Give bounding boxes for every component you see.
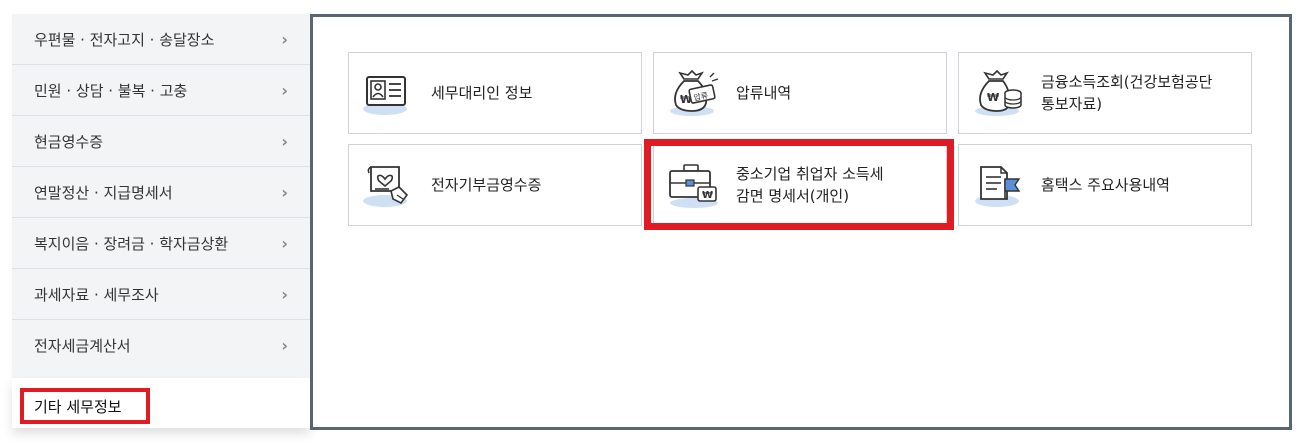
chevron-right-icon: › (281, 284, 288, 304)
chevron-right-icon: › (281, 131, 288, 151)
chevron-right-icon: › (281, 336, 288, 355)
svg-text:₩: ₩ (702, 190, 713, 201)
tile-label-line1: 금융소득조회(건강보험공단 (1041, 73, 1213, 91)
chevron-right-icon: › (281, 233, 288, 253)
money-bag-coins-icon: ₩ (975, 69, 1022, 116)
tile-hometax-usage-history[interactable]: 홈택스 주요사용내역 (958, 144, 1252, 226)
tile-sme-tax-reduction-statement[interactable]: ₩ 중소기업 취업자 소득세 감면 명세서(개인) (653, 144, 947, 226)
tile-label-line1: 중소기업 취업자 소득세 (736, 165, 884, 183)
sidebar-item-label: 전자세금계산서 (34, 337, 131, 355)
money-bag-seized-icon: ₩ 압류 (670, 69, 719, 116)
sidebar-item-tax-audit[interactable]: 과세자료 · 세무조사 › (12, 269, 310, 320)
chevron-right-icon: › (281, 182, 288, 202)
donation-receipt-icon (363, 166, 409, 207)
tile-label: 홈택스 주요사용내역 (1041, 176, 1170, 194)
tile-label: 전자기부금영수증 (431, 176, 542, 194)
tile-label: 압류내역 (736, 84, 792, 102)
tile-label: 금융소득조회(건강보험공단 통보자료) (1041, 71, 1212, 115)
sidebar-item-label: 우편물 · 전자고지 · 송달장소 (34, 30, 215, 49)
chevron-right-icon: › (281, 80, 288, 100)
tile-label: 중소기업 취업자 소득세 감면 명세서(개인) (736, 163, 884, 207)
id-card-icon (363, 76, 407, 115)
briefcase-won-icon: ₩ (669, 164, 718, 208)
sidebar-item-label: 과세자료 · 세무조사 (34, 285, 159, 304)
document-flag-icon (975, 166, 1021, 207)
sidebar-item-cash-receipt[interactable]: 현금영수증 › (12, 116, 310, 167)
chevron-right-icon: › (281, 29, 288, 49)
tile-seizure-history[interactable]: ₩ 압류 압류내역 (653, 52, 947, 134)
sidebar-item-other-tax-info[interactable]: 기타 세무정보 (20, 388, 150, 424)
sidebar-item-civil[interactable]: 민원 · 상담 · 불복 · 고충 › (12, 65, 310, 116)
sidebar-item-label: 복지이음 · 장려금 · 학자금상환 (34, 234, 229, 253)
sidebar-item-label: 현금영수증 (34, 132, 104, 151)
tile-label: 세무대리인 정보 (431, 84, 533, 102)
sidebar-item-mail[interactable]: 우편물 · 전자고지 · 송달장소 › (12, 14, 310, 65)
tile-label-line2: 통보자료) (1041, 95, 1103, 113)
sidebar-item-label: 기타 세무정보 (34, 397, 122, 416)
sidebar-item-label: 민원 · 상담 · 불복 · 고충 (34, 81, 188, 100)
tile-tax-agent-info[interactable]: 세무대리인 정보 (348, 52, 642, 134)
sidebar-item-e-invoice[interactable]: 전자세금계산서 › (12, 320, 310, 371)
tile-e-donation-receipt[interactable]: 전자기부금영수증 (348, 144, 642, 226)
tile-financial-income-lookup[interactable]: ₩ 금융소득조회(건강보험공단 통보자료) (958, 52, 1252, 134)
sidebar-item-welfare[interactable]: 복지이음 · 장려금 · 학자금상환 › (12, 218, 310, 269)
sidebar-item-year-end[interactable]: 연말정산 · 지급명세서 › (12, 167, 310, 218)
svg-text:₩: ₩ (987, 91, 999, 104)
sidebar-item-label: 연말정산 · 지급명세서 (34, 183, 173, 202)
tile-label-line2: 감면 명세서(개인) (736, 187, 850, 205)
left-menu: 우편물 · 전자고지 · 송달장소 › 민원 · 상담 · 불복 · 고충 › … (12, 14, 311, 378)
